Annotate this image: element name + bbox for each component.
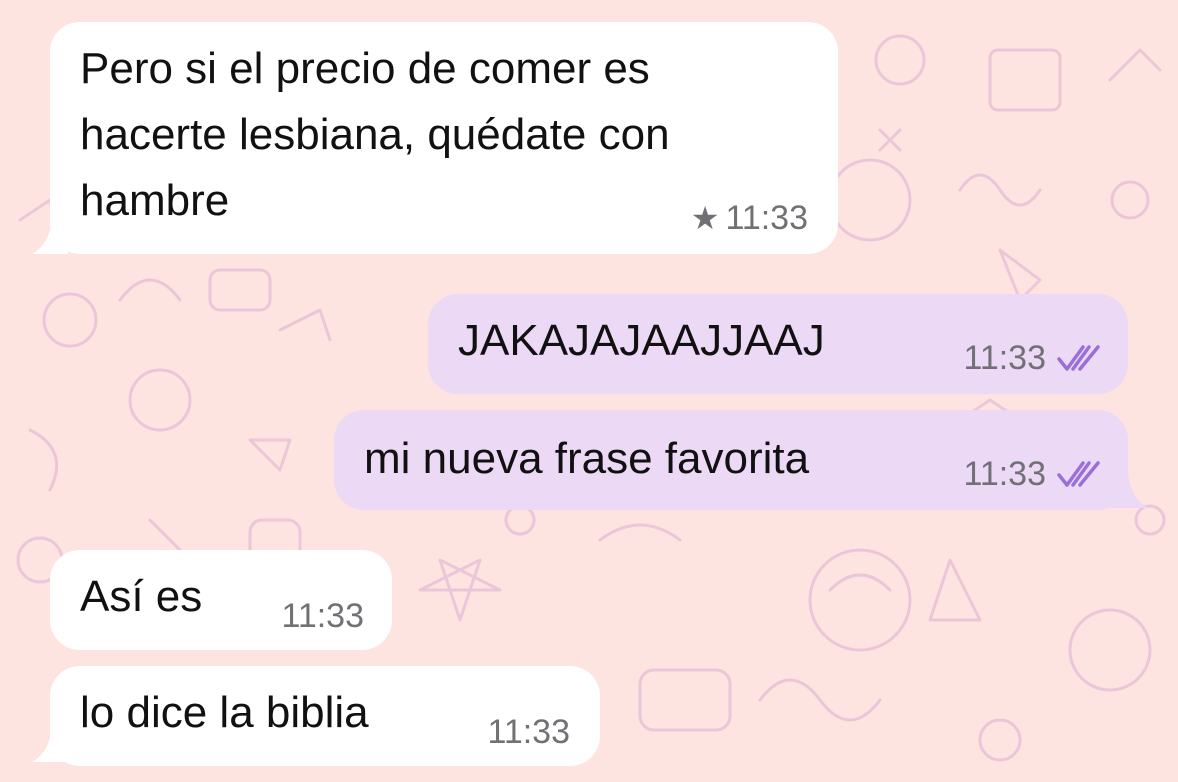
message-timestamp: 11:33	[725, 199, 808, 237]
message-timestamp: 11:33	[281, 597, 364, 635]
message-meta: 11:33	[963, 454, 1102, 494]
double-check-icon	[1057, 345, 1100, 371]
double-check-icon	[1057, 461, 1100, 487]
message-timestamp: 11:33	[963, 455, 1046, 493]
message-text: Pero si el precio de comer es	[80, 44, 650, 93]
message-meta: 11:33	[281, 596, 364, 636]
message-timestamp: 11:33	[487, 713, 570, 751]
message-meta: 11:33	[963, 338, 1102, 378]
message-text: lo dice la biblia	[80, 688, 369, 737]
message-text: mi nueva frase favorita	[364, 434, 810, 483]
message-meta: ★ 11:33	[691, 198, 808, 238]
message-meta: 11:33	[487, 712, 570, 752]
message-timestamp: 11:33	[963, 339, 1046, 377]
message-text: Así es	[80, 572, 203, 621]
message-bubble-incoming[interactable]: lo dice la biblia 11:33	[50, 666, 600, 766]
message-bubble-outgoing[interactable]: mi nueva frase favorita 11:33	[334, 410, 1128, 510]
message-text: hambre	[80, 176, 230, 225]
message-bubble-incoming[interactable]: Así es 11:33	[50, 550, 392, 650]
message-bubble-outgoing[interactable]: JAKAJAJAAJJAAJ 11:33	[428, 294, 1128, 394]
message-text: JAKAJAJAAJJAAJ	[458, 316, 825, 365]
message-text: hacerte lesbiana, quédate con	[80, 110, 670, 159]
star-icon: ★	[690, 200, 720, 236]
message-bubble-incoming[interactable]: Pero si el precio de comer es hacerte le…	[50, 22, 838, 254]
